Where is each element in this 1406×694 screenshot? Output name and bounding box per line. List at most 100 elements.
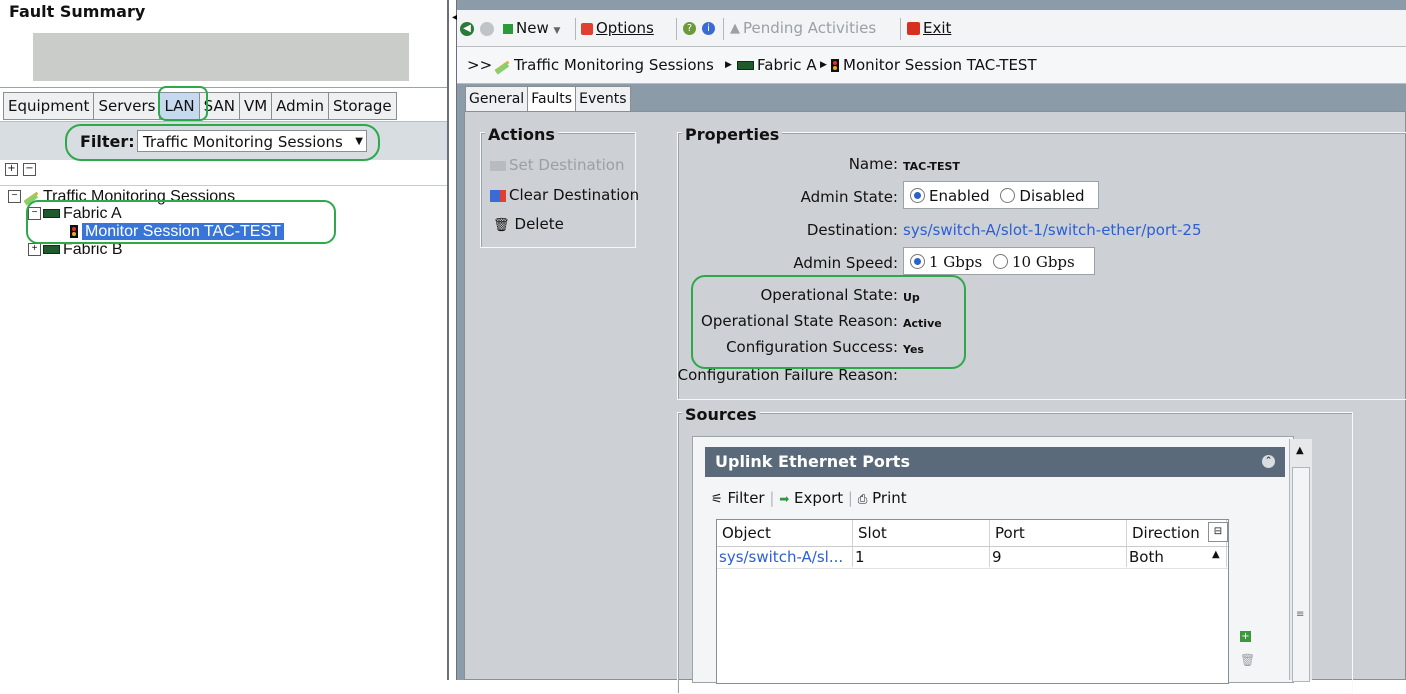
pane-splitter[interactable]: [447, 0, 457, 680]
collapse-all-icon[interactable]: −: [23, 163, 36, 176]
tab-events[interactable]: Events: [575, 86, 631, 112]
tab-faults[interactable]: Faults: [527, 86, 577, 112]
table-cell-object[interactable]: sys/switch-A/sl...: [717, 547, 853, 567]
filter-button[interactable]: ⚟ Filter: [711, 489, 765, 507]
column-header-port[interactable]: Port: [990, 520, 1127, 546]
back-icon[interactable]: ◀: [460, 19, 477, 37]
pending-activities-button[interactable]: ▲ Pending Activities: [730, 19, 876, 37]
forward-icon[interactable]: [480, 19, 497, 37]
breadcrumb-item-fabric-a[interactable]: Fabric A: [737, 56, 817, 74]
tab-servers[interactable]: Servers: [93, 92, 161, 120]
filter-icon: ⚟: [711, 492, 723, 507]
tab-admin[interactable]: Admin: [271, 92, 329, 120]
breadcrumb-label: Monitor Session TAC-TEST: [843, 56, 1037, 74]
breadcrumb-label: Traffic Monitoring Sessions: [514, 56, 714, 74]
clear-destination-icon: [490, 189, 506, 202]
trash-icon[interactable]: 🗑: [1240, 653, 1255, 667]
content-tabs: General Faults Events: [465, 86, 631, 112]
fault-summary-panel: [33, 33, 409, 81]
panel-title: Uplink Ethernet Ports: [715, 452, 910, 471]
divider: [0, 87, 447, 88]
breadcrumb-prefix: >>: [467, 56, 493, 74]
column-header-slot[interactable]: Slot: [853, 520, 990, 546]
tree-toolbar: + −: [5, 163, 36, 176]
vertical-scrollbar[interactable]: ▲ ≡: [1289, 439, 1312, 682]
new-button[interactable]: New ▼: [503, 19, 560, 37]
chevron-right-icon: ▶: [725, 60, 732, 70]
scrollbar-thumb[interactable]: [1292, 467, 1310, 682]
divider: [575, 18, 576, 40]
toolbar: ◀ New ▼ Options ? i ▲ Pending Activities …: [457, 10, 1406, 47]
new-icon: [503, 23, 513, 34]
divider: [0, 185, 447, 186]
breadcrumb-item-session[interactable]: Monitor Session TAC-TEST: [831, 56, 1037, 74]
radio-selected-icon: [910, 254, 925, 269]
add-icon[interactable]: +: [1240, 631, 1251, 642]
expand-node-icon[interactable]: +: [28, 243, 41, 257]
options-icon: [581, 22, 593, 35]
expand-all-icon[interactable]: +: [5, 163, 18, 176]
column-header-object[interactable]: Object: [717, 520, 853, 546]
tab-equipment[interactable]: Equipment: [3, 92, 95, 120]
collapse-icon[interactable]: ⌃: [1262, 455, 1275, 468]
trash-icon: 🗑: [493, 218, 510, 233]
properties-legend: Properties: [682, 125, 783, 144]
radio-label: Disabled: [1019, 187, 1085, 205]
radio-selected-icon: [910, 188, 925, 203]
set-destination-label: Set Destination: [509, 156, 625, 174]
sources-panel: Uplink Ethernet Ports ⌃ ⚟ Filter | ➡ Exp…: [692, 436, 1312, 684]
export-icon: ➡: [779, 492, 790, 506]
traffic-light-icon: [831, 59, 839, 72]
tree-item-fabric-b[interactable]: + Fabric B: [28, 242, 123, 258]
export-button[interactable]: ➡ Export: [779, 489, 843, 507]
clear-destination-button[interactable]: Clear Destination: [490, 186, 639, 204]
tab-storage[interactable]: Storage: [327, 92, 397, 120]
print-button-label: Print: [872, 489, 907, 507]
delete-button[interactable]: 🗑 Delete: [493, 215, 564, 233]
collapse-node-icon[interactable]: −: [8, 190, 21, 204]
admin-state-radio-group: Enabled Disabled: [903, 181, 1099, 209]
print-button[interactable]: ⎙ Print: [858, 489, 907, 507]
delete-label: Delete: [514, 215, 564, 233]
admin-speed-10g-radio[interactable]: 10 Gbps: [992, 253, 1075, 271]
exit-label: Exit: [923, 19, 952, 37]
warning-icon: ▲: [730, 21, 740, 36]
chevron-right-icon: ▶: [820, 60, 827, 70]
admin-speed-1g-radio[interactable]: 1 Gbps: [910, 253, 982, 271]
export-button-label: Export: [794, 489, 844, 507]
destination-link[interactable]: sys/switch-A/slot-1/switch-ether/port-25: [903, 221, 1202, 239]
info-icon[interactable]: i: [702, 19, 718, 37]
divider: [676, 18, 677, 40]
table-cell-port: 9: [990, 547, 1127, 567]
radio-icon: [1000, 188, 1016, 203]
help-icon[interactable]: ?: [683, 19, 699, 37]
fabric-icon: [43, 245, 60, 255]
divider: [723, 18, 724, 40]
sources-legend: Sources: [682, 405, 760, 424]
options-button[interactable]: Options: [581, 19, 654, 37]
name-label: Name:: [848, 155, 898, 173]
scroll-up-icon[interactable]: ▲: [1212, 549, 1220, 560]
operational-state-highlight: [691, 275, 966, 369]
scroll-up-icon[interactable]: ▲: [1296, 445, 1304, 456]
lan-tab-highlight: [158, 86, 208, 121]
admin-state-disabled-radio[interactable]: Disabled: [1000, 187, 1085, 205]
set-destination-button[interactable]: Set Destination: [490, 156, 624, 174]
name-value: TAC-TEST: [903, 160, 960, 173]
admin-state-label: Admin State:: [800, 188, 898, 206]
traffic-monitor-icon: [494, 59, 510, 73]
admin-state-enabled-radio[interactable]: Enabled: [910, 187, 990, 205]
column-menu-icon[interactable]: ⊟: [1208, 522, 1228, 542]
radio-label: 1 Gbps: [929, 253, 983, 271]
clear-destination-label: Clear Destination: [509, 186, 640, 204]
filter-highlight: [65, 124, 380, 161]
tab-general[interactable]: General: [465, 86, 529, 112]
filter-button-label: Filter: [727, 489, 765, 507]
radio-label: 10 Gbps: [1011, 253, 1075, 271]
tab-vm[interactable]: VM: [238, 92, 273, 120]
exit-button[interactable]: Exit: [907, 19, 951, 37]
breadcrumb-item-traffic-monitoring[interactable]: Traffic Monitoring Sessions: [494, 56, 714, 74]
radio-icon: [992, 254, 1008, 269]
admin-speed-radio-group: 1 Gbps 10 Gbps: [903, 247, 1095, 275]
uplink-ports-table: Object Slot Port Direction sys/switch-A/…: [716, 519, 1229, 684]
